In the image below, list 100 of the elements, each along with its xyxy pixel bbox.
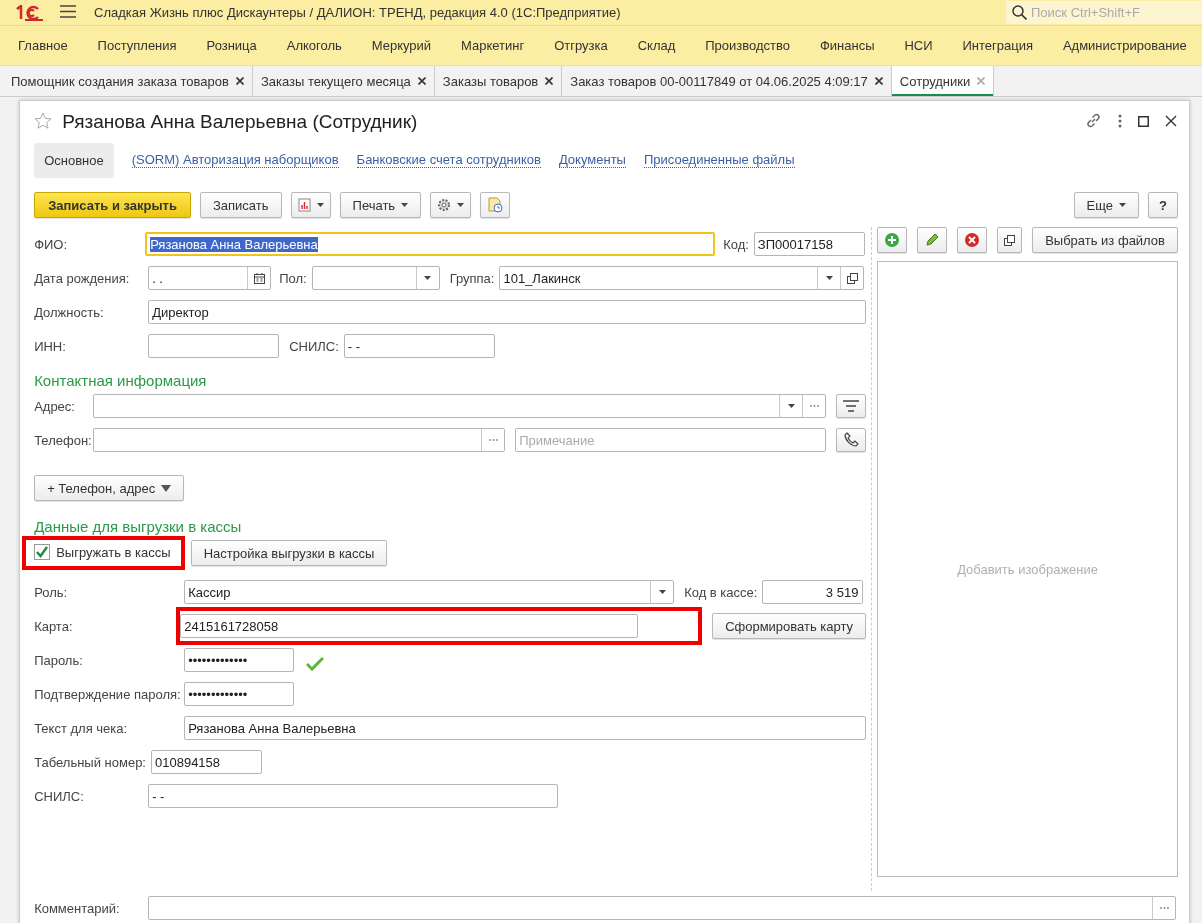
history-button[interactable] [480,192,511,218]
delete-icon [964,232,981,248]
print-button[interactable]: Печать [339,192,422,218]
field-label: Комментарий: [34,900,121,916]
comment-field[interactable] [148,896,1177,920]
menu-item[interactable]: Интеграция [962,38,1033,53]
code-field[interactable]: ЗП00017158 [753,232,865,256]
chart-icon [297,198,311,212]
calendar-icon [253,272,265,284]
caret-icon [1119,203,1127,207]
close-icon[interactable] [417,77,426,85]
save-close-button[interactable]: Записать и закрыть [34,192,191,218]
snils-field[interactable]: - - [343,334,495,358]
field-label: Код в кассе: [684,584,758,600]
copy-icon [1004,234,1016,246]
caret-icon [401,203,409,207]
phone-field[interactable] [93,428,506,452]
receipt-text-field[interactable]: Рязанова Анна Валерьевна [184,716,867,740]
menu-item[interactable]: Финансы [819,38,875,53]
section-link[interactable]: Банковские счета сотрудников [356,152,541,168]
gender-field[interactable] [311,266,440,290]
search-icon [1012,5,1027,20]
field-label: ИНН: [34,338,67,354]
group-field[interactable]: 101_Лакинск [499,266,865,290]
checkbox[interactable] [34,544,51,560]
phone-button[interactable] [836,428,867,452]
field-label: Телефон: [34,432,93,448]
menu-item[interactable]: Меркурий [371,38,432,53]
logo-icon [14,4,44,21]
menu-item[interactable]: Склад [637,38,676,53]
section-heading: Данные для выгрузки в кассы [34,517,242,535]
section-link[interactable]: Документы [558,152,626,168]
snils-field[interactable]: - - [148,784,559,808]
date-field[interactable]: . . [148,266,272,290]
field-label: Дата рождения: [34,270,131,286]
field-label: Группа: [449,270,495,286]
field-label: Табельный номер: [34,754,146,770]
generate-card-button[interactable]: Сформировать карту [712,613,867,639]
caret-icon [457,203,465,207]
edit-button[interactable] [917,227,948,253]
card-field[interactable]: 2415161728058 [180,614,639,638]
caret-icon [658,590,666,594]
caret-icon [825,276,833,280]
field-label: Пароль: [34,652,84,668]
field-label: СНИЛС: [289,338,339,354]
section-heading: Контактная информация [34,371,207,389]
maximize-icon[interactable] [1138,114,1149,130]
help-button[interactable]: ? [1148,192,1178,218]
list-button[interactable] [836,394,867,418]
plus-icon [884,232,901,248]
settings-button[interactable] [430,192,472,218]
export-settings-button[interactable]: Настройка выгрузки в кассы [190,540,388,566]
delete-button[interactable] [957,227,988,253]
form-title: Рязанова Анна Валерьевна (Сотрудник) [62,111,419,133]
menu-item[interactable]: Розница [206,38,257,53]
field-label: Подтверждение пароля: [34,686,182,702]
pos-code-field[interactable]: 3 519 [762,580,864,604]
checkbox-label[interactable]: Выгружать в кассы [56,544,171,560]
section-link[interactable]: Присоединенные файлы [643,152,795,168]
address-field[interactable] [93,394,827,418]
menu-item[interactable]: НСИ [904,38,933,53]
field-label: ФИО: [34,236,69,252]
close-icon[interactable] [874,77,883,85]
add-contact-button[interactable]: + Телефон, адрес [34,475,185,501]
menu-item[interactable]: Маркетинг [461,38,525,53]
close-icon[interactable] [545,77,554,85]
report-button[interactable] [290,192,331,218]
menu-item[interactable]: Отгрузка [554,38,608,53]
menu-icon[interactable] [60,4,76,21]
more-button[interactable]: Еще [1073,192,1140,218]
app-title: Сладкая Жизнь плюс Дискаунтеры / ДАЛИОН: ТРЕНД, редакция 4.0 (1С:Предприятие) [94,5,622,20]
field-label: Должность: [34,304,105,320]
pencil-icon [924,232,941,248]
tab[interactable]: Сотрудники [891,66,995,96]
password-field[interactable]: ••••••••••••• [184,648,295,672]
add-button[interactable] [877,227,908,253]
caret-icon [316,203,324,207]
choose-file-button[interactable]: Выбрать из файлов [1032,227,1178,253]
name-field[interactable]: Рязанова Анна Валерьевна [145,232,716,256]
section-link[interactable]: (SORM) Авторизация наборщиков [131,152,339,168]
field-label: СНИЛС: [34,788,85,804]
field-label: Роль: [34,584,69,600]
menu-item[interactable]: Поступления [97,38,177,53]
password-field[interactable]: ••••••••••••• [184,682,295,706]
caret-icon [424,276,432,280]
position-field[interactable]: Директор [148,300,867,324]
menu-item[interactable]: Главное [18,38,68,53]
save-button[interactable]: Записать [199,192,282,218]
caret-icon [787,404,795,408]
copy-button[interactable] [997,227,1023,253]
gear-icon [437,198,452,212]
document-clock-icon [487,197,504,213]
close-icon[interactable] [235,77,244,85]
menu-item[interactable]: Администрирование [1062,38,1187,53]
inn-field[interactable] [148,334,280,358]
menu-item[interactable]: Алкоголь [286,38,342,53]
menu-item[interactable]: Производство [705,38,790,53]
personnel-number-field[interactable]: 010894158 [151,750,262,774]
section-link[interactable]: Основное [34,142,114,178]
role-field[interactable]: Кассир [184,580,675,604]
